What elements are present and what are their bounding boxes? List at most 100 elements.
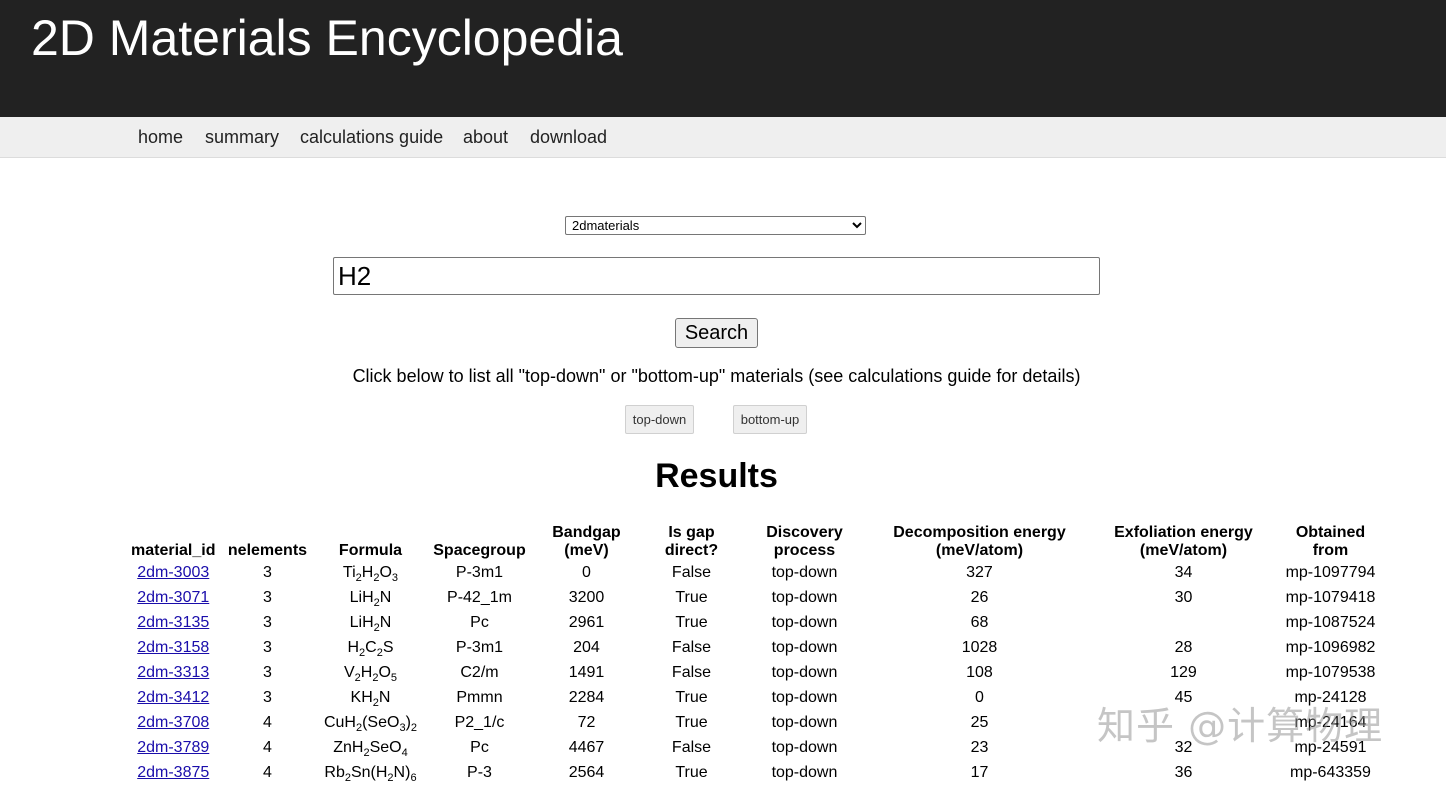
material-id-link[interactable]: 2dm-3003: [137, 564, 209, 581]
obtained-from-cell: mp-643359: [1290, 764, 1371, 781]
obtained-from-cell: mp-1087524: [1285, 614, 1376, 631]
table-header-row: material_id nelements Formula Spacegroup Ban…: [127, 522, 1387, 560]
nav-summary-link[interactable]: summary: [205, 127, 279, 148]
search-button[interactable]: Search: [675, 318, 758, 348]
column-header: Formula: [338, 542, 403, 559]
exfoliation-energy-cell: 36: [1174, 764, 1193, 781]
column-header: Discovery process: [766, 524, 843, 559]
table-row: 2dm-3158 3 H2C2S P-3m1 204 False top-down 1028 2…: [127, 635, 1387, 660]
spacegroup-cell: Pc: [470, 614, 489, 631]
nav-about-link[interactable]: about: [463, 127, 508, 148]
decomposition-energy-cell: 25: [970, 714, 989, 731]
material-id-cell: 2dm-3071: [127, 585, 219, 610]
nav-download-link[interactable]: download: [530, 127, 607, 148]
obtained-from-cell: mp-1096982: [1285, 639, 1376, 656]
decomposition-energy-cell: 23: [970, 739, 989, 756]
spacegroup-cell: P-3: [467, 764, 492, 781]
site-title: 2D Materials Encyclopedia: [31, 10, 623, 66]
material-id-link[interactable]: 2dm-3158: [137, 639, 209, 656]
bandgap-cell: 1491: [568, 664, 605, 681]
decomposition-energy-cell: 0: [975, 689, 984, 706]
spacegroup-cell: P-3m1: [455, 639, 504, 656]
table-row: 2dm-3135 3 LiH2N Pc 2961 True top-down 68 mp-108…: [127, 610, 1387, 635]
discovery-process-cell: top-down: [771, 764, 838, 781]
material-id-cell: 2dm-3708: [127, 710, 219, 735]
gap-direct-cell: False: [671, 639, 712, 656]
material-id-cell: 2dm-3135: [127, 610, 219, 635]
decomposition-energy-cell: 327: [966, 564, 993, 581]
spacegroup-cell: Pmmn: [456, 689, 503, 706]
bottom-up-button[interactable]: bottom-up: [733, 405, 807, 434]
site-header: 2D Materials Encyclopedia: [0, 0, 1446, 117]
decomposition-energy-cell: 17: [970, 764, 989, 781]
material-id-cell: 2dm-3875: [127, 760, 219, 785]
nelements-cell: 3: [263, 689, 272, 706]
decomposition-energy-cell: 68: [970, 614, 989, 631]
database-select[interactable]: 2dmaterials: [565, 216, 866, 235]
exfoliation-energy-cell: 30: [1174, 589, 1193, 606]
formula-cell: LiH2N: [349, 614, 392, 635]
formula-cell: KH2N: [350, 689, 391, 710]
exfoliation-energy-cell: [1093, 610, 1273, 635]
column-header: Obtained from: [1295, 524, 1366, 559]
column-header: material_id: [131, 542, 216, 559]
bandgap-cell: 2564: [568, 764, 605, 781]
bandgap-cell: 72: [577, 714, 596, 731]
material-id-link[interactable]: 2dm-3313: [137, 664, 209, 681]
nelements-cell: 4: [263, 764, 272, 781]
discovery-process-cell: top-down: [771, 589, 838, 606]
discovery-process-cell: top-down: [771, 639, 838, 656]
exfoliation-energy-cell: 34: [1174, 564, 1193, 581]
watermark: 知乎 @计算物理: [1097, 704, 1384, 748]
bandgap-cell: 2961: [568, 614, 605, 631]
material-id-link[interactable]: 2dm-3135: [137, 614, 209, 631]
top-down-button[interactable]: top-down: [625, 405, 694, 434]
exfoliation-energy-cell: 28: [1174, 639, 1193, 656]
formula-cell: ZnH2SeO4: [333, 739, 408, 760]
exfoliation-energy-cell: 129: [1170, 664, 1197, 681]
bandgap-cell: 204: [573, 639, 600, 656]
decomposition-energy-cell: 1028: [961, 639, 998, 656]
material-id-cell: 2dm-3789: [127, 735, 219, 760]
column-header: Spacegroup: [433, 542, 526, 559]
gap-direct-cell: True: [675, 589, 708, 606]
column-header: Bandgap (meV): [552, 524, 621, 559]
material-id-cell: 2dm-3158: [127, 635, 219, 660]
nelements-cell: 3: [263, 614, 272, 631]
formula-cell: Ti2H2O3: [342, 564, 399, 585]
decomposition-energy-cell: 26: [970, 589, 989, 606]
decomposition-energy-cell: 108: [966, 664, 993, 681]
nelements-cell: 3: [263, 664, 272, 681]
discovery-process-cell: top-down: [771, 614, 838, 631]
formula-cell: V2H2O5: [343, 664, 398, 685]
material-id-link[interactable]: 2dm-3412: [137, 689, 209, 706]
formula-cell: H2C2S: [347, 639, 394, 660]
results-heading: Results: [655, 457, 778, 495]
column-header: Is gap direct?: [664, 524, 719, 559]
material-id-link[interactable]: 2dm-3875: [137, 764, 209, 781]
table-row: 2dm-3071 3 LiH2N P-42_1m 3200 True top-down 26 3…: [127, 585, 1387, 610]
table-row: 2dm-3003 3 Ti2H2O3 P-3m1 0 False top-down 327 34…: [127, 560, 1387, 585]
gap-direct-cell: True: [675, 614, 708, 631]
formula-cell: Rb2Sn(H2N)6: [324, 764, 417, 785]
material-id-cell: 2dm-3412: [127, 685, 219, 710]
table-row: 2dm-3875 4 Rb2Sn(H2N)6 P-3 2564 True top-down 1…: [127, 760, 1387, 785]
spacegroup-cell: C2/m: [460, 664, 499, 681]
gap-direct-cell: False: [671, 564, 712, 581]
material-id-link[interactable]: 2dm-3789: [137, 739, 209, 756]
gap-direct-cell: True: [675, 764, 708, 781]
nav-home-link[interactable]: home: [138, 127, 183, 148]
table-body: 2dm-3003 3 Ti2H2O3 P-3m1 0 False top-down 327 34…: [127, 560, 1387, 785]
list-hint-text: Click below to list all "top-down" or "b…: [352, 366, 1081, 386]
gap-direct-cell: True: [675, 689, 708, 706]
material-id-link[interactable]: 2dm-3071: [137, 589, 209, 606]
material-id-link[interactable]: 2dm-3708: [137, 714, 209, 731]
search-input[interactable]: [333, 257, 1100, 295]
bandgap-cell: 2284: [568, 689, 605, 706]
spacegroup-cell: P2_1/c: [454, 714, 505, 731]
nelements-cell: 3: [263, 589, 272, 606]
discovery-process-cell: top-down: [771, 739, 838, 756]
nav-calculations-guide-link[interactable]: calculations guide: [300, 127, 443, 148]
table-row: 2dm-3313 3 V2H2O5 C2/m 1491 False top-down 108 1…: [127, 660, 1387, 685]
column-header: Exfoliation energy (meV/atom): [1114, 524, 1253, 559]
